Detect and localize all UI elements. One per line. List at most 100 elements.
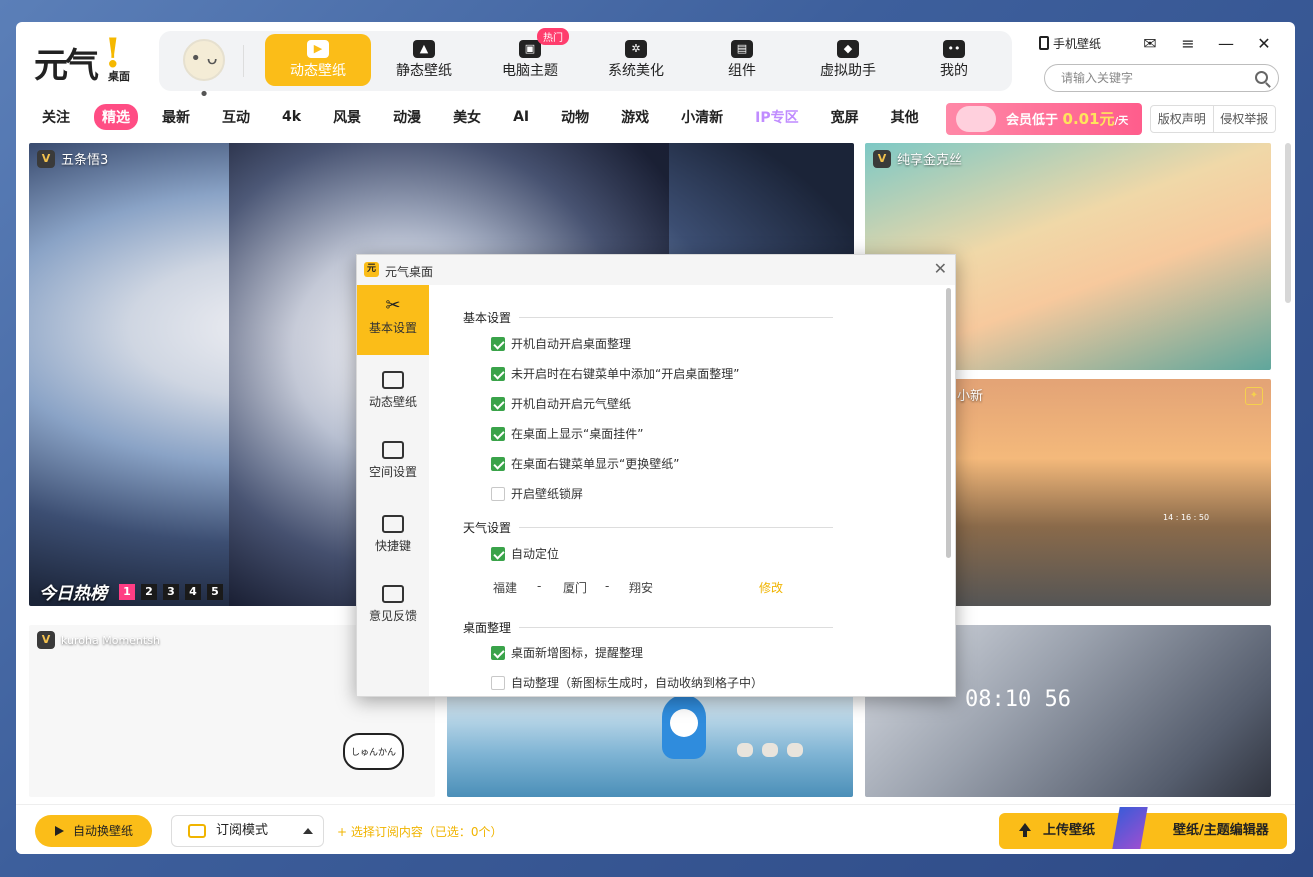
- location-province: 福建: [493, 581, 518, 595]
- category-interactive[interactable]: 互动: [214, 104, 258, 130]
- hot-page-4[interactable]: 4: [185, 583, 201, 600]
- main-scrollbar[interactable]: [1285, 143, 1291, 303]
- category-widescreen[interactable]: 宽屏: [823, 104, 867, 130]
- option-auto-desktop-organize[interactable]: 开机自动开启桌面整理: [491, 335, 631, 352]
- hot-page-3[interactable]: 3: [163, 583, 179, 600]
- nav-label: 我的: [940, 63, 968, 79]
- category-animals[interactable]: 动物: [553, 104, 597, 130]
- category-latest[interactable]: 最新: [154, 104, 198, 130]
- report-link[interactable]: 侵权举报: [1212, 106, 1276, 132]
- vip-banner[interactable]: 会员低于 0.01元/天: [946, 103, 1142, 135]
- copyright-link[interactable]: 版权声明: [1151, 106, 1213, 132]
- menu-icon[interactable]: ≡: [1169, 34, 1207, 53]
- location-city: 厦门: [563, 581, 588, 595]
- checkbox[interactable]: [491, 396, 505, 411]
- dialog-close-icon[interactable]: ✕: [934, 259, 947, 278]
- hot-page-2[interactable]: 2: [141, 583, 157, 600]
- search-input[interactable]: [1061, 65, 1251, 91]
- wallpaper-editor-button[interactable]: 壁纸/主题编辑器: [1123, 813, 1287, 849]
- dialog-titlebar: 元 元气桌面 ✕: [357, 255, 955, 285]
- category-4k[interactable]: 4k: [274, 106, 309, 128]
- window-controls: 手机壁纸 ✉ ≡ — ✕: [1038, 32, 1283, 54]
- caret-up-icon: [303, 828, 313, 834]
- sidebar-item-label: 快捷键: [374, 539, 411, 553]
- hot-page-1[interactable]: 1: [119, 583, 135, 600]
- nav-widgets[interactable]: ▤ 组件: [689, 34, 795, 86]
- category-ai[interactable]: AI: [505, 106, 537, 128]
- search-icon[interactable]: [1255, 71, 1268, 84]
- category-games[interactable]: 游戏: [613, 104, 657, 130]
- location-district: 翔安: [629, 581, 654, 595]
- hot-page-5[interactable]: 5: [207, 583, 223, 600]
- nav-label: 电脑主题: [502, 63, 558, 79]
- category-anime[interactable]: 动漫: [385, 104, 429, 130]
- option-label: 自动定位: [511, 547, 560, 561]
- mail-icon[interactable]: ✉: [1131, 34, 1169, 53]
- nav-system-beautify[interactable]: ✲ 系统美化: [583, 34, 689, 86]
- option-auto-wallpaper[interactable]: 开机自动开启元气壁纸: [491, 395, 631, 412]
- category-fresh[interactable]: 小清新: [673, 104, 731, 130]
- dialog-scrollbar[interactable]: [946, 288, 951, 558]
- upload-wallpaper-button[interactable]: 上传壁纸: [999, 813, 1123, 849]
- main-nav: • ᴗ • ▶ 动态壁纸 ▲ 静态壁纸 热门 ▣ 电脑主题 ✲ 系统美化 ▤ 组…: [159, 28, 1012, 105]
- option-auto-organize[interactable]: 自动整理（新图标生成时，自动收纳到格子中）: [491, 674, 763, 691]
- vip-badge-icon: V: [37, 631, 55, 649]
- nav-virtual-assistant[interactable]: ◆ 虚拟助手: [795, 34, 901, 86]
- option-new-icon-remind[interactable]: 桌面新增图标，提醒整理: [491, 644, 643, 661]
- sidebar-item-dynamic[interactable]: 动态壁纸: [357, 359, 429, 429]
- nav-dynamic-wallpaper[interactable]: ▶ 动态壁纸: [265, 34, 371, 86]
- sidebar-item-shortcuts[interactable]: 快捷键: [357, 503, 429, 573]
- close-icon[interactable]: ✕: [1245, 34, 1283, 53]
- checkbox[interactable]: [491, 486, 505, 501]
- cat-figure: [762, 743, 778, 757]
- footer-bar: 自动换壁纸 订阅模式 + 选择订阅内容（已选：0个） 上传壁纸 壁纸/主题编辑器: [16, 804, 1295, 854]
- category-ip-zone[interactable]: IP专区: [747, 104, 806, 130]
- sidebar-item-feedback[interactable]: 意见反馈: [357, 573, 429, 643]
- minimize-icon[interactable]: —: [1207, 34, 1245, 53]
- nav-static-wallpaper[interactable]: ▲ 静态壁纸: [371, 34, 477, 86]
- tile-title: V 五条悟3: [37, 149, 108, 168]
- option-label: 在桌面上显示“桌面挂件”: [511, 427, 644, 441]
- category-follow[interactable]: 关注: [34, 104, 78, 130]
- category-beauty[interactable]: 美女: [445, 104, 489, 130]
- nav-pc-theme[interactable]: 热门 ▣ 电脑主题: [477, 28, 583, 86]
- category-bar: 关注 精选 最新 互动 4k 风景 动漫 美女 AI 动物 游戏 小清新 IP专…: [34, 104, 943, 130]
- doraemon-figure: [662, 695, 706, 759]
- tv-icon: [188, 824, 206, 838]
- checkbox[interactable]: [491, 426, 505, 441]
- category-other[interactable]: 其他: [883, 104, 927, 130]
- sidebar-item-basic[interactable]: ✂ 基本设置: [357, 285, 429, 355]
- category-featured[interactable]: 精选: [94, 104, 138, 130]
- checkbox[interactable]: [491, 546, 505, 561]
- nav-label: 虚拟助手: [820, 63, 876, 79]
- option-auto-locate[interactable]: 自动定位: [491, 545, 559, 562]
- banner-cartoon: [956, 106, 996, 132]
- hot-ranking: 今日热榜 1 2 3 4 5: [39, 579, 223, 604]
- auto-change-button[interactable]: 自动换壁纸: [35, 815, 152, 847]
- avatar[interactable]: • ᴗ •: [183, 39, 225, 105]
- checkbox[interactable]: [491, 366, 505, 381]
- checkbox[interactable]: [491, 456, 505, 471]
- speech-bubble: しゅんかん: [343, 733, 405, 770]
- nav-label: 动态壁纸: [290, 63, 346, 79]
- face-icon: ••: [943, 40, 965, 58]
- option-desktop-widgets[interactable]: 在桌面上显示“桌面挂件”: [491, 425, 643, 442]
- option-lock-screen[interactable]: 开启壁纸锁屏: [491, 485, 583, 502]
- nav-label: 静态壁纸: [396, 63, 452, 79]
- checkbox[interactable]: [491, 336, 505, 351]
- category-scenery[interactable]: 风景: [325, 104, 369, 130]
- checkbox[interactable]: [491, 645, 505, 660]
- play-icon: ▶: [307, 40, 329, 58]
- subscribe-mode-select[interactable]: 订阅模式: [171, 815, 324, 847]
- sidebar-item-label: 基本设置: [368, 321, 417, 335]
- checkbox[interactable]: [491, 675, 505, 690]
- option-context-menu-organize[interactable]: 未开启时在右键菜单中添加“开启桌面整理”: [491, 365, 739, 382]
- location-modify-link[interactable]: 修改: [759, 579, 783, 596]
- phone-wallpaper-link[interactable]: 手机壁纸: [1038, 35, 1101, 52]
- option-change-wallpaper-menu[interactable]: 在桌面右键菜单显示“更换壁纸”: [491, 455, 679, 472]
- settings-sidebar: ✂ 基本设置 动态壁纸 空间设置 快捷键 意见反馈: [357, 285, 429, 696]
- chat-icon: [382, 585, 404, 603]
- sidebar-item-space[interactable]: 空间设置: [357, 429, 429, 499]
- select-subscription-link[interactable]: + 选择订阅内容（已选：0个）: [337, 823, 503, 840]
- nav-mine[interactable]: •• 我的: [901, 34, 1007, 86]
